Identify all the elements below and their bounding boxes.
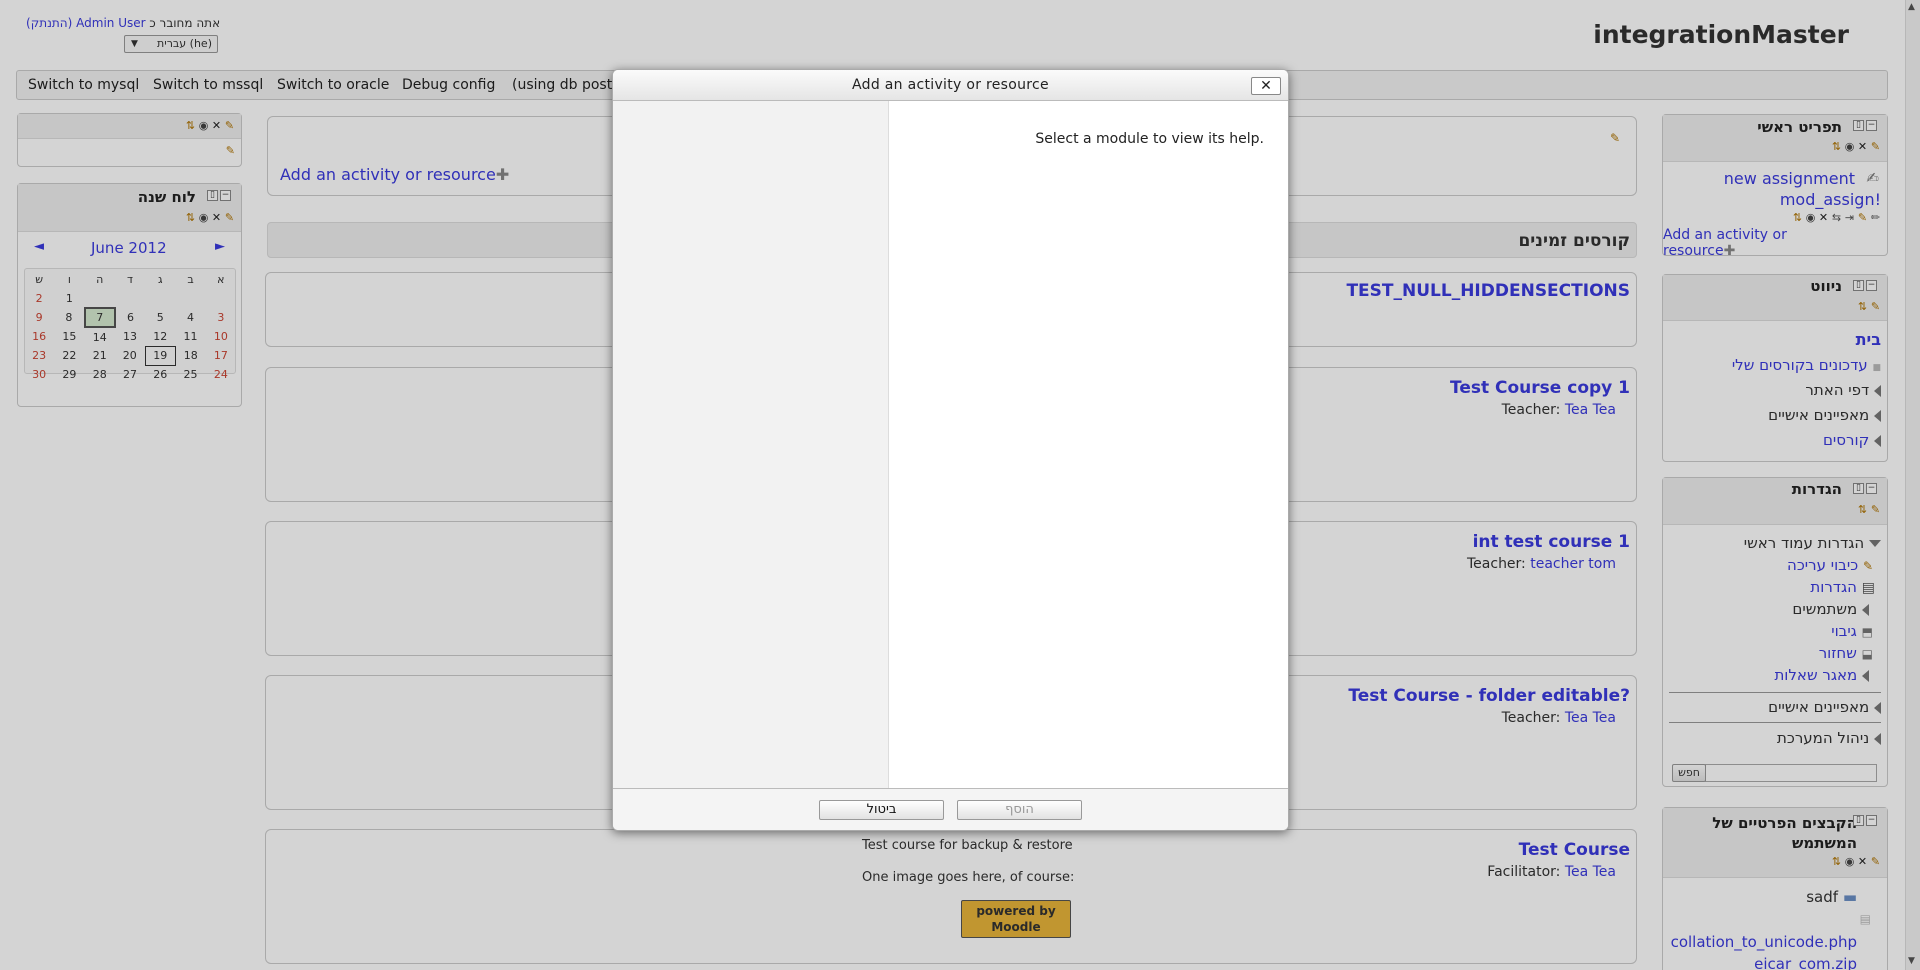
- help-text: Select a module to view its help.: [1035, 131, 1264, 147]
- dialog-title: Add an activity or resource: [613, 70, 1288, 101]
- close-icon[interactable]: ✕: [1251, 77, 1281, 95]
- module-help-pane: Select a module to view its help.: [890, 101, 1288, 789]
- add-button[interactable]: הוסף: [957, 800, 1082, 820]
- dialog-footer: הוסף ביטול: [613, 788, 1288, 830]
- module-list-pane: [613, 101, 889, 789]
- add-activity-dialog: Add an activity or resource ✕ Select a m…: [612, 69, 1289, 831]
- cancel-button[interactable]: ביטול: [819, 800, 944, 820]
